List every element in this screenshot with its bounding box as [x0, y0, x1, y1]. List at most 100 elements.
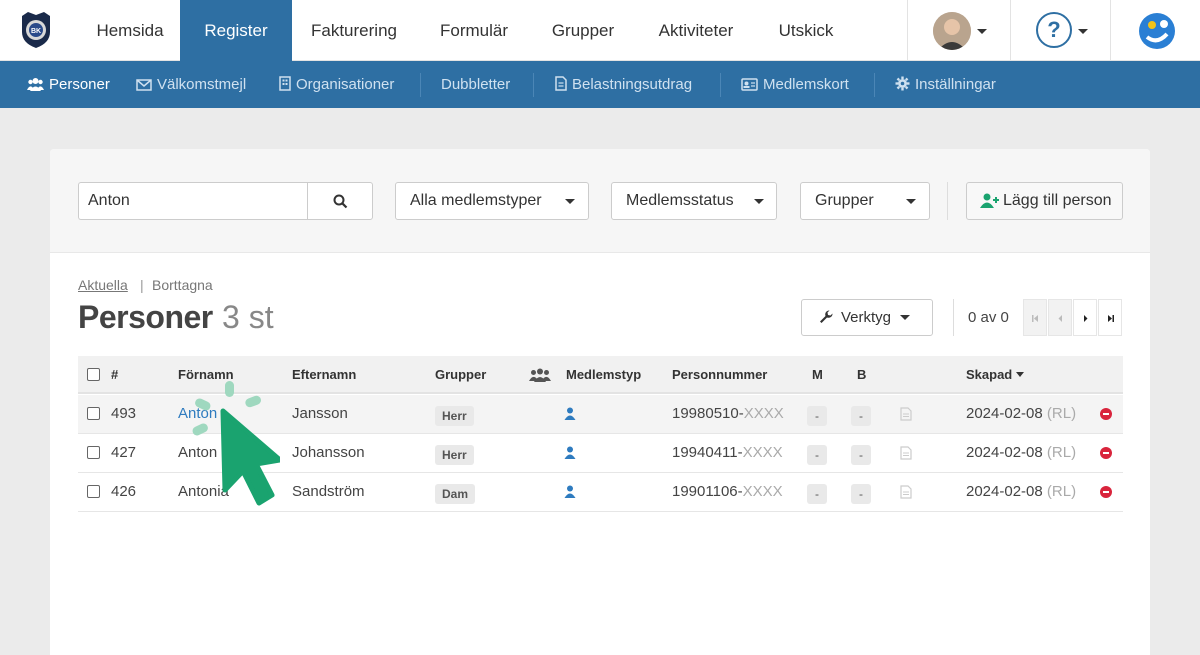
result-count: 3 st	[222, 299, 274, 335]
remove-icon[interactable]	[1100, 447, 1112, 459]
subnav-label: Organisationer	[296, 76, 395, 93]
view-current-link[interactable]: Aktuella	[78, 277, 128, 293]
personal-number: 19901106-XXXX	[672, 473, 783, 511]
tab-fakturering[interactable]: Fakturering	[292, 0, 416, 61]
building-icon	[279, 76, 291, 91]
club-logo-icon[interactable]: BK	[20, 12, 52, 48]
page-title: Personer	[78, 299, 213, 335]
subnav-label: Belastningsutdrag	[572, 76, 693, 93]
groups-dropdown[interactable]: Grupper	[800, 182, 930, 220]
first-page-button[interactable]	[1023, 299, 1047, 336]
search-input[interactable]: Anton	[78, 182, 308, 220]
sub-navigation: Personer Välkomstmejl Organisationer Dub…	[0, 61, 1200, 108]
subnav-belastningsutdrag[interactable]: Belastningsutdrag	[555, 61, 692, 108]
chevron-down-icon	[565, 199, 575, 204]
user-plus-icon	[980, 193, 999, 208]
row-id: 493	[111, 405, 137, 422]
tab-hemsida[interactable]: Hemsida	[80, 0, 180, 61]
subnav-personer[interactable]: Personer	[27, 61, 110, 108]
created-date-value: 2024-02-08	[966, 405, 1043, 422]
svg-text:BK: BK	[31, 28, 41, 35]
tab-formular[interactable]: Formulär	[416, 0, 532, 61]
subnav-label: Personer	[49, 76, 110, 93]
subnav-valkomstmejl[interactable]: Välkomstmejl	[136, 61, 246, 108]
divider	[874, 73, 875, 97]
subnav-installningar[interactable]: Inställningar	[895, 61, 996, 108]
brand-logo-icon[interactable]	[1138, 12, 1176, 50]
chevron-right-icon	[1084, 315, 1088, 322]
personal-number-mask: XXXX	[742, 444, 783, 461]
personal-number: 19940411-XXXX	[672, 434, 783, 472]
chevron-down-icon[interactable]	[1078, 29, 1088, 34]
divider	[953, 299, 954, 336]
user-avatar[interactable]	[933, 12, 971, 50]
row-checkbox[interactable]	[87, 446, 100, 459]
document-icon[interactable]	[900, 485, 912, 499]
divider	[1110, 0, 1111, 61]
member-status-dropdown[interactable]: Medlemsstatus	[611, 182, 777, 220]
view-deleted-link[interactable]: Borttagna	[152, 277, 213, 293]
column-b[interactable]: B	[857, 356, 866, 394]
document-icon[interactable]	[900, 446, 912, 460]
personal-number-value: 19980510-	[672, 405, 744, 422]
created-by: (RL)	[1046, 444, 1077, 461]
divider	[947, 182, 948, 220]
dropdown-value: Medlemsstatus	[626, 192, 734, 209]
b-badge: -	[851, 445, 871, 465]
last-page-button[interactable]	[1098, 299, 1122, 336]
m-badge: -	[807, 484, 827, 504]
subnav-dubbletter[interactable]: Dubbletter	[441, 61, 510, 108]
tab-aktiviteter[interactable]: Aktiviteter	[634, 0, 758, 61]
created-date-value: 2024-02-08	[966, 444, 1043, 461]
next-page-button[interactable]	[1073, 299, 1097, 336]
help-icon[interactable]: ?	[1036, 12, 1072, 48]
row-checkbox[interactable]	[87, 407, 100, 420]
dropdown-value: Alla medlemstyper	[410, 192, 542, 209]
group-badge: Herr	[435, 406, 474, 426]
column-groups[interactable]: Grupper	[435, 356, 486, 394]
column-m[interactable]: M	[812, 356, 823, 394]
row-id: 427	[111, 444, 137, 461]
column-member-type[interactable]: Medlemstyp	[566, 356, 641, 394]
tools-button[interactable]: Verktyg	[801, 299, 933, 336]
tab-utskick[interactable]: Utskick	[758, 0, 854, 61]
pager-status: 0 av 0	[968, 309, 1009, 326]
created-date-value: 2024-02-08	[966, 483, 1043, 500]
document-icon[interactable]	[900, 407, 912, 421]
filter-bar: Anton Alla medlemstyper Medlemsstatus Gr…	[50, 149, 1150, 253]
member-type-dropdown[interactable]: Alla medlemstyper	[395, 182, 589, 220]
remove-icon[interactable]	[1100, 486, 1112, 498]
search-button[interactable]	[307, 182, 373, 220]
family-icon	[529, 368, 551, 382]
search-icon	[333, 194, 348, 209]
personal-number-mask: XXXX	[743, 405, 784, 422]
column-last-name[interactable]: Efternamn	[292, 356, 356, 394]
click-cursor-icon	[192, 381, 280, 506]
chevron-down-icon[interactable]	[977, 29, 987, 34]
column-personal-number[interactable]: Personnummer	[672, 356, 767, 394]
subnav-medlemskort[interactable]: Medlemskort	[741, 61, 849, 108]
tab-register[interactable]: Register	[180, 0, 292, 61]
column-created[interactable]: Skapad	[966, 356, 1024, 394]
wrench-icon	[820, 310, 833, 323]
divider	[533, 73, 534, 97]
previous-page-button[interactable]	[1048, 299, 1072, 336]
dropdown-value: Grupper	[815, 192, 874, 209]
person-icon	[564, 407, 576, 420]
tab-grupper[interactable]: Grupper	[532, 0, 634, 61]
document-icon	[555, 76, 567, 91]
add-person-button[interactable]: Lägg till person	[966, 182, 1123, 220]
column-created-label: Skapad	[966, 367, 1013, 382]
b-badge: -	[851, 484, 871, 504]
last-name: Johansson	[292, 444, 365, 461]
personal-number-value: 19901106-	[672, 483, 743, 500]
person-icon	[564, 446, 576, 459]
subnav-organisationer[interactable]: Organisationer	[279, 61, 394, 108]
envelope-icon	[136, 79, 152, 91]
select-all-checkbox[interactable]	[87, 368, 100, 381]
b-badge: -	[851, 406, 871, 426]
row-checkbox[interactable]	[87, 485, 100, 498]
subnav-label: Inställningar	[915, 76, 996, 93]
column-number: #	[111, 367, 119, 382]
remove-icon[interactable]	[1100, 408, 1112, 420]
